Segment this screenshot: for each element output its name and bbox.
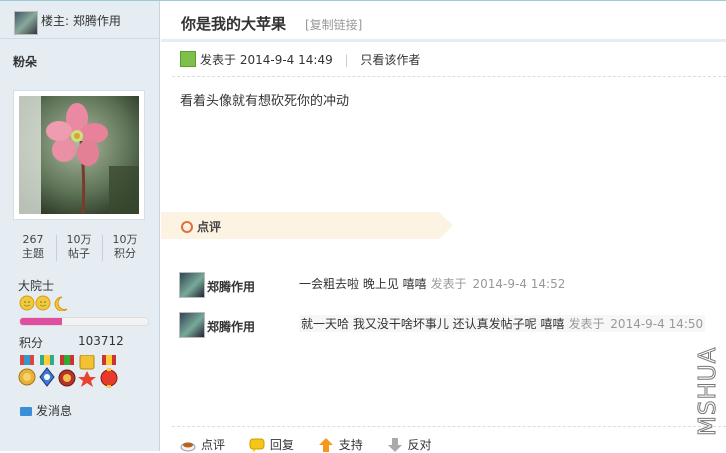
stat-label: 积分	[114, 247, 136, 260]
oppose-button[interactable]: 反对	[387, 436, 432, 453]
comment-body: 就一天哈 我又没干啥坏事儿 还认真发帖子呢 嘻嘻	[301, 317, 565, 331]
stat-value: 10万	[112, 233, 138, 246]
comment-section-label: 点评	[181, 218, 221, 235]
stat-topics[interactable]: 267 主题	[11, 233, 55, 261]
comment-time-prefix: 发表于	[568, 317, 605, 331]
starter-avatar[interactable]	[14, 11, 38, 35]
posted-time: 2014-9-4 14:49	[239, 53, 333, 67]
post-actions: 点评 回复 支持 反对	[180, 436, 452, 453]
oppose-label: 反对	[407, 438, 432, 452]
comment-time: 2014-9-4 14:52	[472, 277, 566, 291]
score-label: 积分	[19, 336, 44, 350]
rank-stars-icon	[19, 295, 68, 311]
stat-value: 267	[22, 233, 44, 246]
user-rank[interactable]: 大院士	[18, 277, 54, 294]
thread-title: 你是我的大苹果	[181, 15, 287, 33]
watermark-text: MSHUA	[695, 347, 721, 436]
comment-button[interactable]: 点评	[180, 436, 225, 453]
divider	[172, 76, 726, 77]
starter-label[interactable]: 楼主: 郑腾作用	[41, 12, 121, 29]
commenter-name[interactable]: 郑腾作用	[207, 278, 255, 295]
reply-label: 回复	[269, 438, 294, 452]
watermark: MSHUA	[695, 346, 722, 436]
stat-posts[interactable]: 10万 帖子	[57, 233, 101, 261]
author-name[interactable]: 粉朵	[13, 53, 37, 70]
stat-points[interactable]: 10万 积分	[103, 233, 147, 261]
post-content: 看着头像就有想砍死你的冲动	[180, 94, 350, 109]
comment-body: 一会粗去啦 晚上见 嘻嘻	[299, 277, 427, 291]
thread-header: 你是我的大苹果 [复制链接]	[161, 1, 726, 42]
comment-text: 一会粗去啦 晚上见 嘻嘻 发表于 2014-9-4 14:52	[299, 275, 565, 292]
support-label: 支持	[338, 438, 363, 452]
author-sidebar: 楼主: 郑腾作用 粉朵 267 主题 10万 帖子 10万 积分 大院士 积分 …	[0, 1, 160, 451]
posted-prefix: 发表于	[200, 53, 237, 67]
avatar-image	[19, 96, 139, 214]
stat-label: 帖子	[68, 247, 90, 260]
commenter-name[interactable]: 郑腾作用	[207, 318, 255, 335]
stat-label: 主题	[22, 247, 44, 260]
comment-section-title: 点评	[197, 220, 222, 234]
divider	[172, 426, 726, 427]
reply-button[interactable]: 回复	[249, 436, 294, 453]
commenter-avatar[interactable]	[179, 312, 205, 338]
send-message-link[interactable]: 发消息	[20, 402, 72, 419]
comment-time-prefix: 发表于	[430, 277, 467, 291]
score-value: 103712	[78, 334, 124, 348]
only-author-link[interactable]: 只看该作者	[360, 53, 420, 67]
divider: |	[344, 53, 349, 67]
comment-label: 点评	[201, 438, 226, 452]
comment-time: 2014-9-4 14:50	[610, 317, 704, 331]
commenter-avatar[interactable]	[179, 272, 205, 298]
comment-text: 就一天哈 我又没干啥坏事儿 还认真发帖子呢 嘻嘻 发表于 2014-9-4 14:…	[299, 315, 706, 332]
medals-icon[interactable]	[18, 355, 122, 391]
comment-item: 郑腾作用 一会粗去啦 晚上见 嘻嘻 发表于 2014-9-4 14:52	[179, 272, 719, 298]
author-stats: 267 主题 10万 帖子 10万 积分	[11, 233, 147, 263]
stat-value: 10万	[66, 233, 92, 246]
send-message-label: 发消息	[36, 404, 73, 418]
circle-icon	[181, 221, 193, 233]
avatar[interactable]	[13, 90, 145, 220]
level-progress-fill	[20, 318, 63, 325]
post-meta: 发表于 2014-9-4 14:49 | 只看该作者	[180, 51, 420, 68]
level-progress-bar	[19, 317, 149, 326]
envelope-icon	[20, 407, 32, 416]
comment-item: 郑腾作用 就一天哈 我又没干啥坏事儿 还认真发帖子呢 嘻嘻 发表于 2014-9-…	[179, 312, 719, 338]
support-button[interactable]: 支持	[318, 436, 363, 453]
arrow-down-icon	[387, 438, 402, 452]
speech-bubble-icon	[249, 438, 265, 452]
copy-link[interactable]: [复制链接]	[305, 16, 362, 33]
online-user-icon	[180, 51, 196, 67]
coffee-cup-icon	[180, 442, 196, 452]
arrow-up-icon	[318, 438, 333, 452]
thread-starter-bar: 楼主: 郑腾作用	[0, 1, 159, 39]
